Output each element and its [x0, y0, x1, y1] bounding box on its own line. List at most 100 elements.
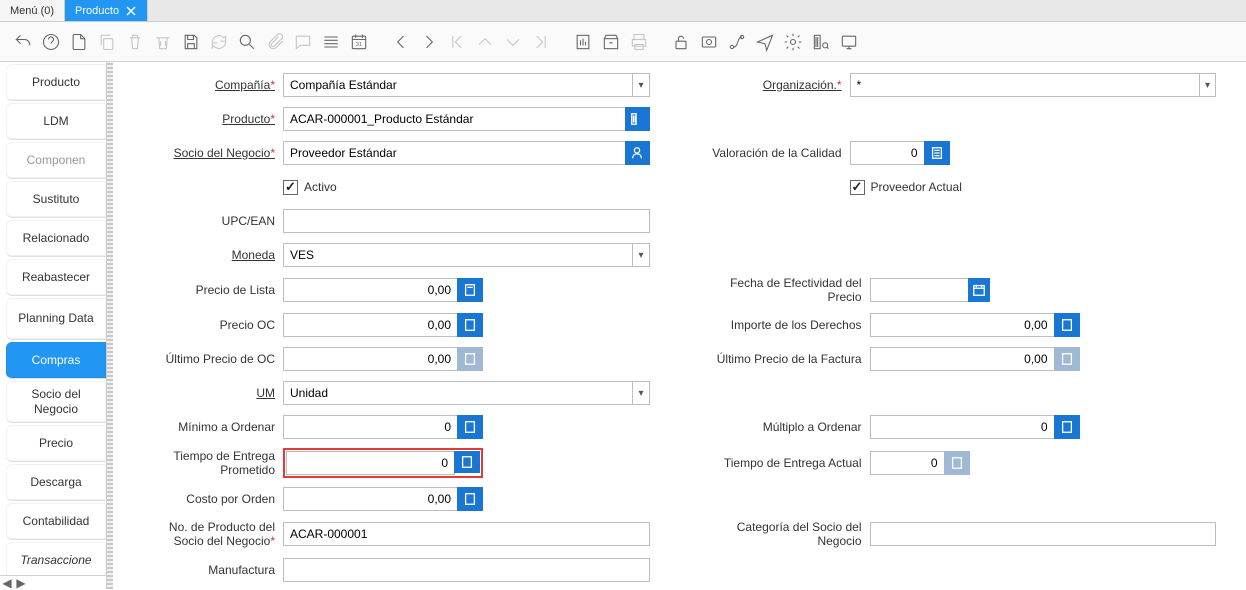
um-select[interactable]: Unidad — [283, 381, 650, 405]
importe-derechos-input[interactable] — [870, 313, 1055, 337]
calc-button[interactable] — [457, 347, 483, 371]
fecha-efectividad-input[interactable] — [870, 278, 970, 302]
socio-lookup-button[interactable] — [625, 141, 649, 165]
side-tab-sustituto[interactable]: Sustituto — [6, 181, 106, 218]
side-tab-label: Precio — [39, 436, 73, 450]
calendar-button[interactable] — [968, 278, 989, 302]
help-icon[interactable] — [40, 31, 62, 53]
side-tab-socio-negocio[interactable]: Socio del Negocio — [6, 381, 106, 423]
report-icon[interactable] — [572, 31, 594, 53]
tiempo-entrega-prometido-input[interactable] — [286, 451, 455, 475]
organizacion-select[interactable]: * — [850, 73, 1217, 97]
side-tab-ldm[interactable]: LDM — [6, 103, 106, 140]
calc-button[interactable] — [1054, 313, 1080, 337]
calc-button[interactable] — [1054, 415, 1080, 439]
scroll-right-icon[interactable]: ▶ — [14, 576, 28, 590]
lock-icon[interactable] — [670, 31, 692, 53]
activo-checkbox[interactable]: Activo — [283, 180, 337, 195]
zoom-icon[interactable] — [698, 31, 720, 53]
side-tab-transacciones[interactable]: Transaccione — [6, 542, 106, 575]
nav-last-icon[interactable] — [530, 31, 552, 53]
producto-input[interactable] — [283, 107, 626, 131]
label-valoracion-calidad: Valoración de la Calidad — [710, 146, 850, 160]
chat-icon[interactable] — [292, 31, 314, 53]
sidebar: Producto LDM Componen Sustituto Relacion… — [0, 62, 107, 589]
ultimo-precio-oc-input[interactable] — [283, 347, 458, 371]
side-tab-planning-data[interactable]: Planning Data — [6, 298, 106, 340]
sidebar-scroll: ◀ ▶ — [0, 575, 106, 589]
label-compania: Compañía* — [143, 78, 283, 92]
new-icon[interactable] — [68, 31, 90, 53]
print-icon[interactable] — [628, 31, 650, 53]
archive-icon[interactable] — [600, 31, 622, 53]
label-upc-ean: UPC/EAN — [143, 214, 283, 228]
undo-icon[interactable] — [12, 31, 34, 53]
label-tiempo-entrega-prometido: Tiempo de Entrega Prometido — [143, 449, 283, 478]
valoracion-calidad-input[interactable] — [850, 141, 925, 165]
side-tab-componentes[interactable]: Componen — [6, 142, 106, 179]
nav-prev-icon[interactable] — [390, 31, 412, 53]
search-icon[interactable] — [236, 31, 258, 53]
tiempo-entrega-actual-input[interactable] — [870, 451, 945, 475]
side-tab-producto[interactable]: Producto — [6, 64, 106, 101]
side-tab-relacionado[interactable]: Relacionado — [6, 220, 106, 257]
precio-lista-input[interactable] — [283, 278, 458, 302]
checkbox-label: Activo — [304, 180, 337, 194]
socio-negocio-input[interactable] — [283, 141, 626, 165]
label-socio-negocio: Socio del Negocio* — [143, 146, 283, 160]
workflow-icon[interactable] — [726, 31, 748, 53]
calc-button[interactable] — [924, 141, 950, 165]
calendar-icon[interactable]: 31 — [348, 31, 370, 53]
delete-icon[interactable] — [124, 31, 146, 53]
calc-button[interactable] — [457, 313, 483, 337]
calc-button[interactable] — [457, 415, 483, 439]
tab-producto[interactable]: Producto — [65, 0, 148, 21]
refresh-icon[interactable] — [208, 31, 230, 53]
calc-button[interactable] — [1054, 347, 1080, 371]
side-tab-reabastecer[interactable]: Reabastecer — [6, 259, 106, 296]
side-tab-descarga[interactable]: Descarga — [6, 464, 106, 501]
label-ultimo-precio-factura: Último Precio de la Factura — [710, 352, 870, 366]
side-tab-precio[interactable]: Precio — [6, 425, 106, 462]
nav-first-icon[interactable] — [446, 31, 468, 53]
no-producto-socio-input[interactable] — [283, 522, 650, 546]
label-precio-lista: Precio de Lista — [143, 283, 283, 297]
nav-up-icon[interactable] — [474, 31, 496, 53]
delete-all-icon[interactable] — [152, 31, 174, 53]
side-tab-compras[interactable]: Compras — [6, 342, 106, 379]
copy-icon[interactable] — [96, 31, 118, 53]
side-tab-contabilidad[interactable]: Contabilidad — [6, 503, 106, 540]
ultimo-precio-factura-input[interactable] — [870, 347, 1055, 371]
close-icon[interactable] — [125, 5, 137, 17]
calc-button[interactable] — [457, 278, 483, 302]
multiplo-ordenar-input[interactable] — [870, 415, 1055, 439]
screen-icon[interactable] — [838, 31, 860, 53]
grid-view-icon[interactable] — [320, 31, 342, 53]
calc-button[interactable] — [457, 487, 483, 511]
tab-menu[interactable]: Menú (0) — [0, 0, 65, 21]
save-icon[interactable] — [180, 31, 202, 53]
main-area: Producto LDM Componen Sustituto Relacion… — [0, 62, 1246, 589]
send-icon[interactable] — [754, 31, 776, 53]
producto-lookup-button[interactable] — [625, 107, 649, 131]
proveedor-actual-checkbox[interactable]: Proveedor Actual — [850, 180, 962, 195]
calc-button[interactable] — [944, 451, 970, 475]
scroll-left-icon[interactable]: ◀ — [0, 576, 14, 590]
attachment-icon[interactable] — [264, 31, 286, 53]
manufactura-input[interactable] — [283, 558, 650, 582]
moneda-select[interactable]: VES — [283, 243, 650, 267]
product-info-icon[interactable] — [810, 31, 832, 53]
compania-select[interactable]: Compañía Estándar — [283, 73, 650, 97]
gear-icon[interactable] — [782, 31, 804, 53]
checkbox-icon — [850, 180, 865, 195]
side-tab-label: Transaccione — [20, 553, 91, 567]
precio-oc-input[interactable] — [283, 313, 458, 337]
nav-next-icon[interactable] — [418, 31, 440, 53]
calc-button[interactable] — [454, 451, 480, 473]
minimo-ordenar-input[interactable] — [283, 415, 458, 439]
nav-down-icon[interactable] — [502, 31, 524, 53]
costo-orden-input[interactable] — [283, 487, 458, 511]
side-tab-label: Contabilidad — [23, 514, 90, 528]
upc-ean-input[interactable] — [283, 209, 650, 233]
categoria-socio-input[interactable] — [870, 522, 1217, 546]
